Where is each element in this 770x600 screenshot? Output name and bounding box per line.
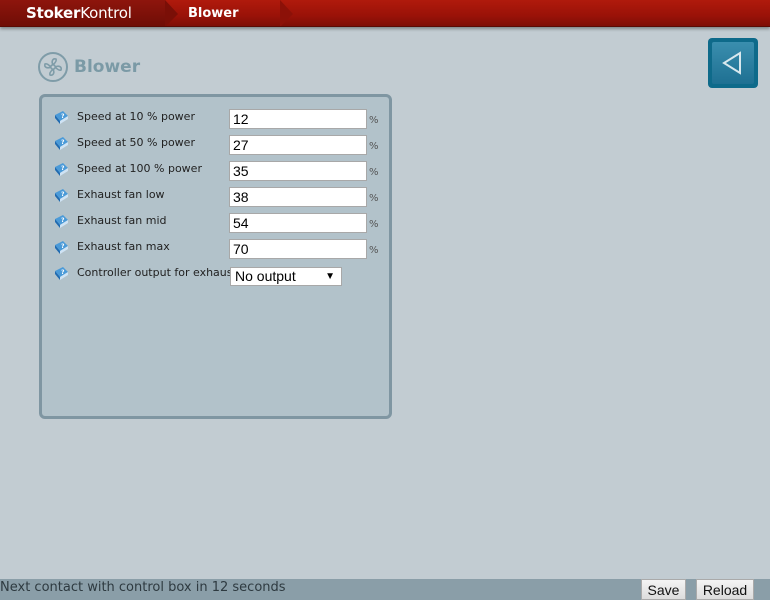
field-row-speed-10: ? Speed at 10 % power % xyxy=(42,109,389,131)
controller-output-select[interactable]: No output ▼ xyxy=(230,267,342,286)
unit-label: % xyxy=(369,141,379,152)
dropdown-arrow-icon: ▼ xyxy=(325,271,335,282)
unit-label: % xyxy=(369,219,379,230)
field-row-exhaust-mid: ? Exhaust fan mid % xyxy=(42,213,389,235)
unit-label: % xyxy=(369,167,379,178)
svg-text:?: ? xyxy=(61,113,65,120)
svg-text:?: ? xyxy=(61,269,65,276)
field-label: Exhaust fan max xyxy=(77,240,170,253)
save-button[interactable]: Save xyxy=(641,579,686,600)
page-header: Blower xyxy=(38,52,140,82)
field-row-exhaust-low: ? Exhaust fan low % xyxy=(42,187,389,209)
speed-100-input[interactable] xyxy=(229,161,367,181)
fan-icon xyxy=(38,52,68,82)
field-label: Exhaust fan low xyxy=(77,188,165,201)
reload-button[interactable]: Reload xyxy=(696,579,754,600)
exhaust-max-input[interactable] xyxy=(229,239,367,259)
help-book-icon[interactable]: ? xyxy=(53,214,69,230)
field-row-controller-output: ? Controller output for exhaust fan No o… xyxy=(42,265,389,287)
unit-label: % xyxy=(369,193,379,204)
help-book-icon[interactable]: ? xyxy=(53,110,69,126)
status-bar: Next contact with control box in 12 seco… xyxy=(0,579,770,600)
svg-text:?: ? xyxy=(61,191,65,198)
help-book-icon[interactable]: ? xyxy=(53,188,69,204)
back-button[interactable] xyxy=(708,38,758,88)
status-text: Next contact with control box in 12 seco… xyxy=(0,580,286,595)
field-label: Controller output for exhaust fan xyxy=(77,266,233,279)
breadcrumb-current: Blower xyxy=(188,6,239,21)
triangle-left-icon xyxy=(722,51,741,75)
breadcrumb-arrow xyxy=(280,0,293,26)
svg-text:?: ? xyxy=(61,165,65,172)
field-label: Speed at 100 % power xyxy=(77,162,202,175)
unit-label: % xyxy=(369,115,379,126)
field-label: Exhaust fan mid xyxy=(77,214,167,227)
top-navigation-bar: StokerKontrol Blower xyxy=(0,0,770,27)
help-book-icon[interactable]: ? xyxy=(53,266,69,282)
unit-label: % xyxy=(369,245,379,256)
blower-settings-panel: ? Speed at 10 % power % ? Speed at 50 % … xyxy=(39,94,392,419)
help-book-icon[interactable]: ? xyxy=(53,162,69,178)
speed-50-input[interactable] xyxy=(229,135,367,155)
svg-text:?: ? xyxy=(61,217,65,224)
field-label: Speed at 10 % power xyxy=(77,110,195,123)
field-row-exhaust-max: ? Exhaust fan max % xyxy=(42,239,389,261)
help-book-icon[interactable]: ? xyxy=(53,136,69,152)
speed-10-input[interactable] xyxy=(229,109,367,129)
brand-logo[interactable]: StokerKontrol xyxy=(26,4,132,22)
field-row-speed-50: ? Speed at 50 % power % xyxy=(42,135,389,157)
exhaust-mid-input[interactable] xyxy=(229,213,367,233)
help-book-icon[interactable]: ? xyxy=(53,240,69,256)
field-label: Speed at 50 % power xyxy=(77,136,195,149)
page-title: Blower xyxy=(74,57,141,77)
svg-text:?: ? xyxy=(61,243,65,250)
field-row-speed-100: ? Speed at 100 % power % xyxy=(42,161,389,183)
exhaust-low-input[interactable] xyxy=(229,187,367,207)
svg-text:?: ? xyxy=(61,139,65,146)
